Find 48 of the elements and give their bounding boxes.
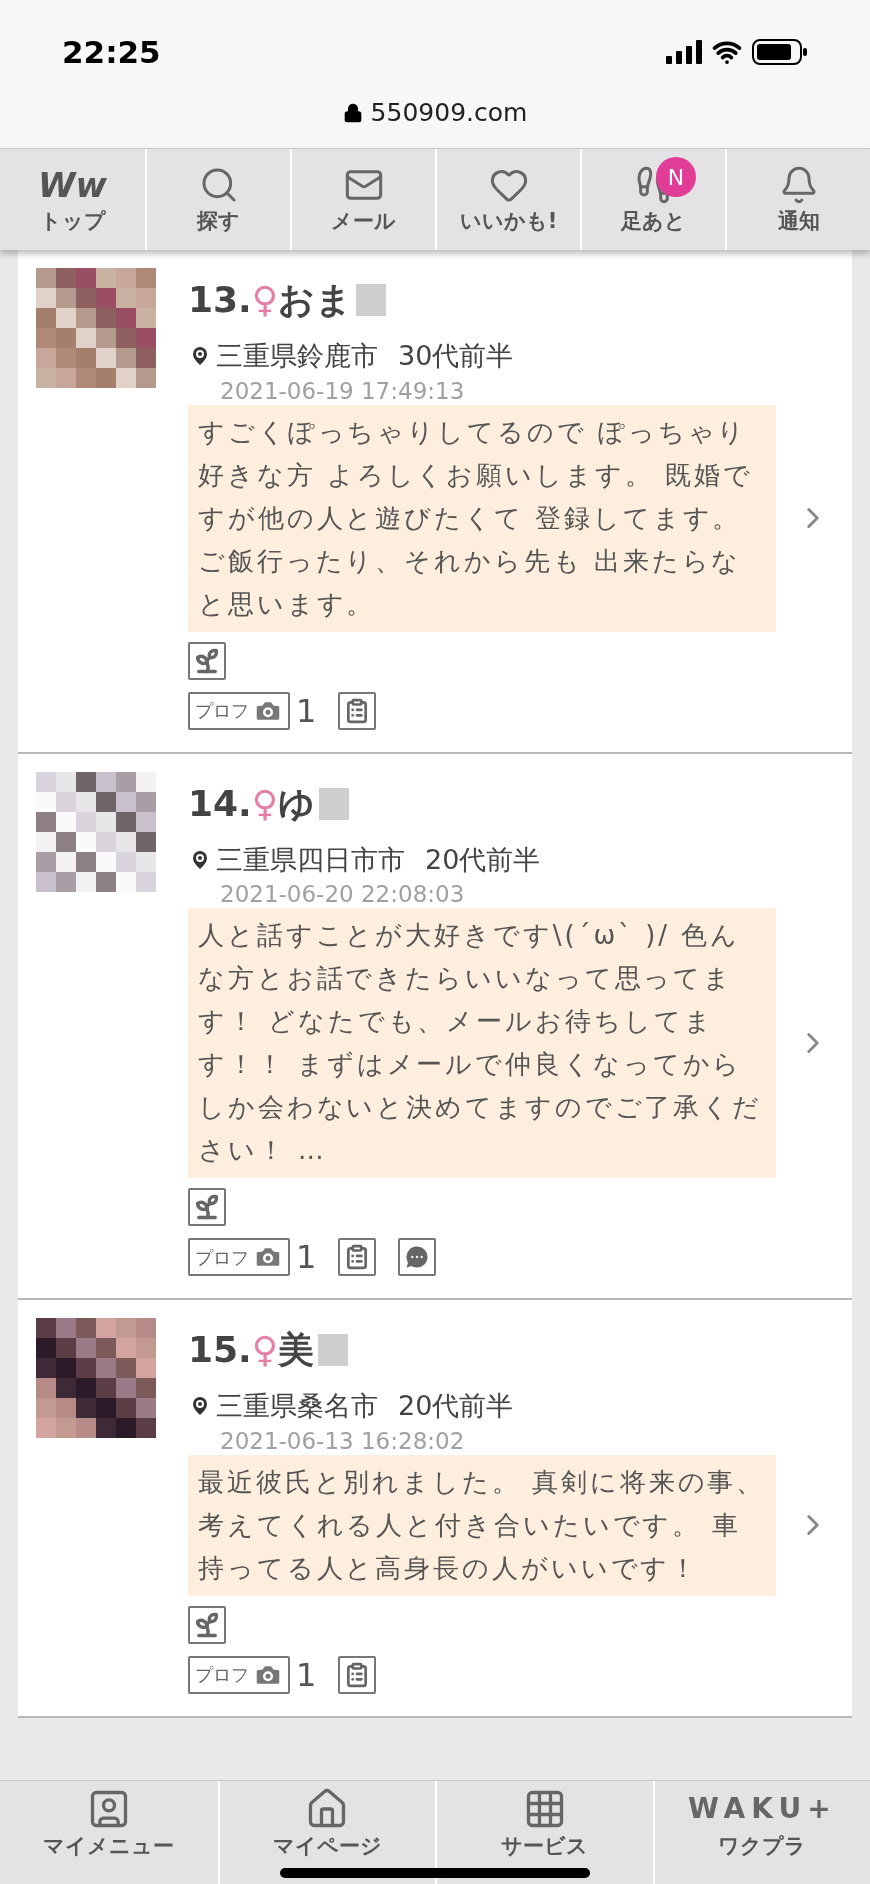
bottom-nav-tab[interactable]: WAKU+ ワクプラ bbox=[652, 1781, 870, 1884]
blurred-name-mark bbox=[319, 787, 350, 820]
clipboard-icon bbox=[338, 691, 377, 730]
signal-icon bbox=[666, 40, 702, 64]
status-time: 22:25 bbox=[62, 32, 161, 72]
notification-badge: N bbox=[656, 157, 696, 197]
location-text: 三重県桑名市 bbox=[216, 1389, 378, 1423]
photo-count: 1 bbox=[296, 694, 317, 727]
nav-tab[interactable]: Ww トップ bbox=[0, 149, 145, 250]
lock-icon bbox=[342, 101, 363, 124]
profile-number: 13. bbox=[188, 278, 252, 322]
chat-icon bbox=[398, 1238, 437, 1276]
age-text: 20代前半 bbox=[425, 842, 541, 877]
clipboard-icon bbox=[338, 1655, 377, 1694]
profile-name: おま bbox=[278, 278, 353, 322]
sprout-icon bbox=[188, 1188, 226, 1226]
profile-number: 14. bbox=[188, 781, 252, 826]
bottom-nav-tab[interactable]: マイメニュー bbox=[0, 1781, 218, 1884]
age-text: 30代前半 bbox=[398, 339, 514, 373]
message-bubble: 最近彼氏と別れました。 真剣に将来の事、考えてくれる人と付き合いたいです。 車持ってる人と高身長の人がいいです！ bbox=[188, 1454, 776, 1596]
profile-label: プロフ bbox=[195, 1663, 249, 1687]
profile-label: プロフ bbox=[195, 1245, 249, 1270]
photo-count: 1 bbox=[296, 1241, 317, 1273]
url-text: 550909.com bbox=[370, 97, 528, 129]
female-symbol: ♀ bbox=[251, 781, 279, 826]
waku-logo: WAKU+ bbox=[687, 1791, 837, 1827]
date-text: 2021-06-19 17:49:13 bbox=[219, 376, 466, 405]
profile-name: 美 bbox=[278, 1328, 315, 1372]
location-text: 三重県四日市市 bbox=[216, 842, 405, 877]
message-bubble: 人と話すことが大好きです\(´ω` )/ 色んな方とお話できたらいいなって思ってます！ どなたでも、メールお待ちしてます！！ まずはメールで仲良くなってからしか会わないと決めてますのでご了承ください！ … bbox=[188, 908, 776, 1178]
blurred-name-mark bbox=[356, 284, 387, 316]
profile-name: ゆ bbox=[278, 781, 316, 826]
photo-count: 1 bbox=[296, 1658, 317, 1691]
blurred-name-mark bbox=[318, 1334, 349, 1366]
date-text: 2021-06-20 22:08:03 bbox=[219, 880, 466, 908]
female-symbol: ♀ bbox=[251, 278, 279, 322]
age-text: 20代前半 bbox=[398, 1389, 514, 1423]
sprout-icon bbox=[188, 1605, 226, 1644]
site-logo: Ww bbox=[38, 164, 107, 205]
female-symbol: ♀ bbox=[251, 1328, 279, 1372]
profile-label: プロフ bbox=[195, 699, 249, 723]
location-text: 三重県鈴鹿市 bbox=[216, 339, 378, 373]
message-bubble: すごくぽっちゃりしてるので ぽっちゃり好きな方 よろしくお願いします。 既婚ですが他の人と遊びたくて 登録してます。ご飯行ったり、それから先も 出来たらなと思います。 bbox=[188, 404, 776, 632]
sprout-icon bbox=[188, 641, 226, 680]
battery-icon bbox=[752, 39, 808, 65]
date-text: 2021-06-13 16:28:02 bbox=[219, 1426, 466, 1455]
profile-number: 15. bbox=[188, 1328, 252, 1372]
clipboard-icon bbox=[338, 1238, 377, 1276]
